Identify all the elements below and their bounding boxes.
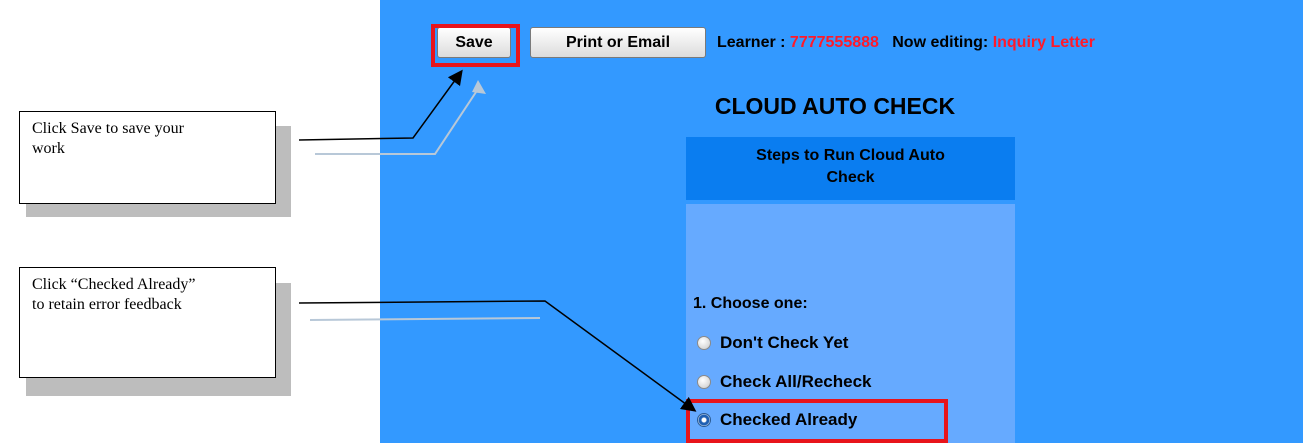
annotation-arrows: [298, 69, 697, 412]
